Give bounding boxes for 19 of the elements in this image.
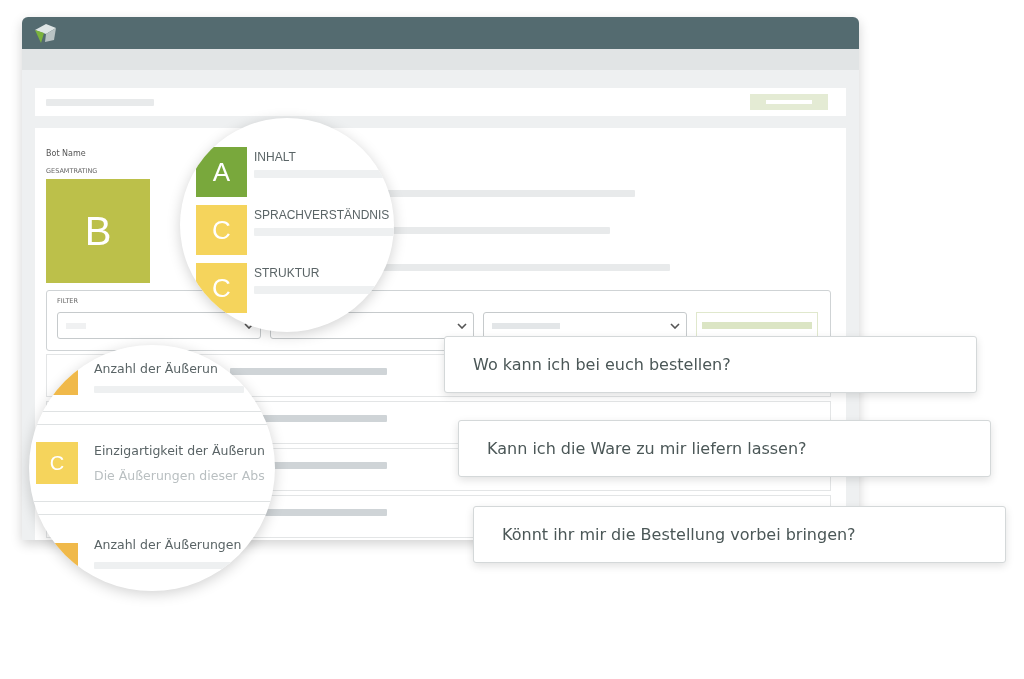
row-title: Einzigartigkeit der Äußerun (94, 442, 265, 459)
row-title: Anzahl der Äußerungen (94, 537, 243, 553)
category-label: SPRACHVERSTÄNDNIS (254, 208, 391, 222)
question-text: Könnt ihr mir die Bestellung vorbei bringen? (502, 525, 856, 544)
category-label: STRUKTUR (254, 266, 321, 280)
chevron-icon (670, 322, 680, 329)
grade-badge: B (46, 179, 150, 283)
question-text: Kann ich die Ware zu mir liefern lassen? (487, 439, 807, 458)
bot-name-label: Bot Name (46, 148, 87, 159)
grade-badge: C (196, 205, 247, 255)
row-description: Die Äußerungen dieser Abs (94, 467, 265, 484)
header-button[interactable] (750, 94, 828, 110)
logo-icon (34, 22, 58, 44)
grade-badge: A (196, 147, 247, 197)
chevron-icon (457, 322, 467, 329)
row-title: Anzahl der Äußerun (94, 361, 219, 377)
question-text: Wo kann ich bei euch bestellen? (473, 355, 731, 374)
category-label: INHALT (254, 150, 297, 164)
grade-badge: C (36, 442, 78, 484)
